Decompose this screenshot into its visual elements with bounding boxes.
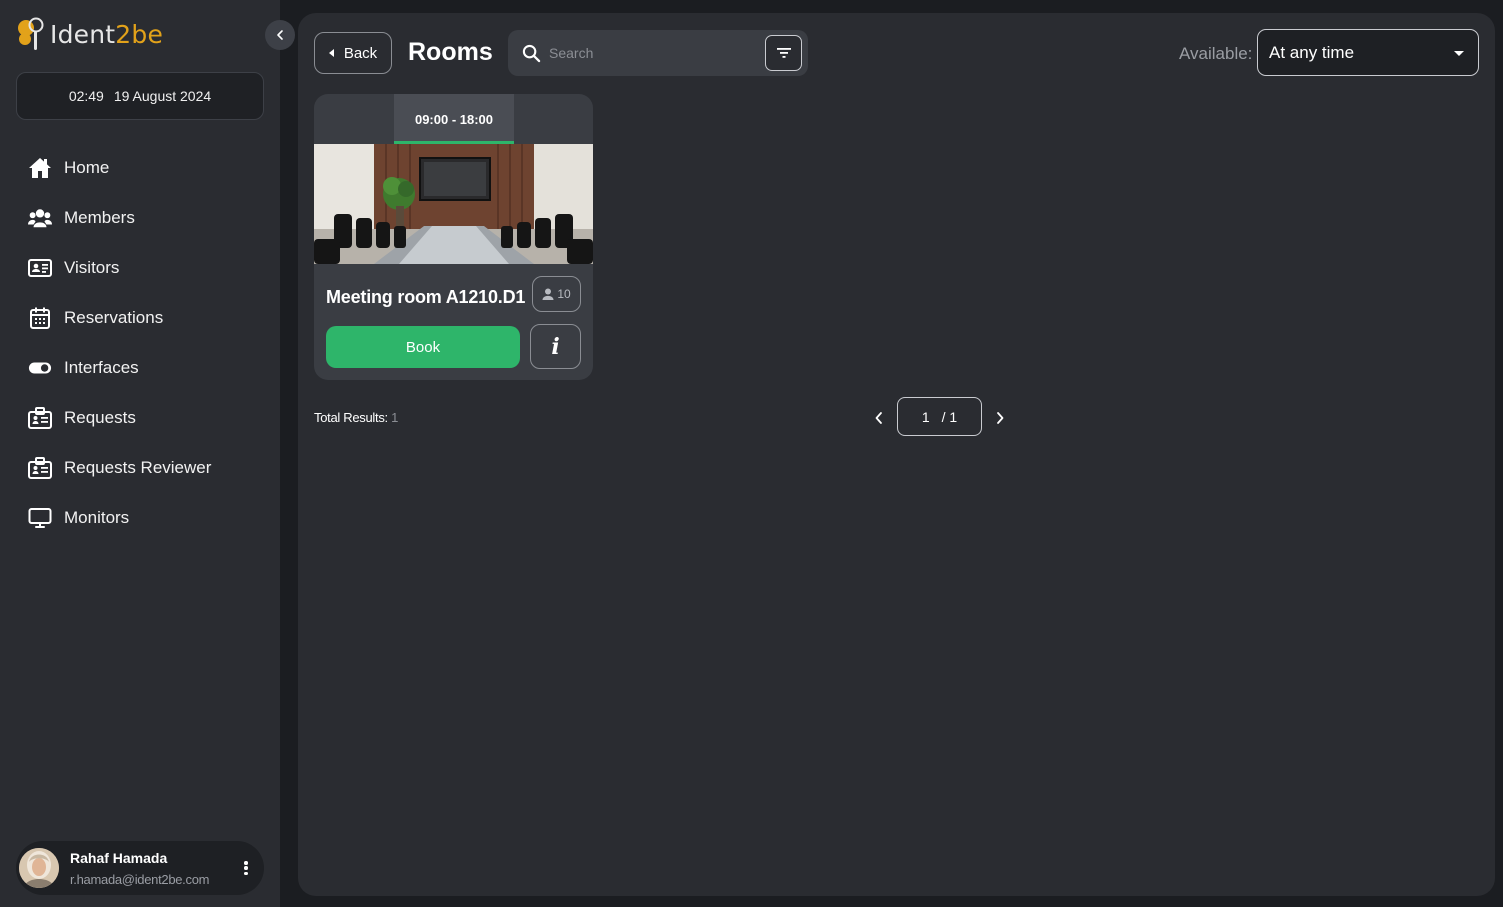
request-icon	[28, 406, 52, 430]
page-title: Rooms	[408, 38, 493, 66]
sidebar: Ident2be 02:49 19 August 2024 Home Membe…	[0, 0, 280, 907]
sidebar-item-label: Requests	[64, 408, 136, 427]
avatar	[19, 848, 59, 888]
chevron-left-icon	[875, 412, 882, 424]
sidebar-item-visitors[interactable]: Visitors	[0, 243, 280, 293]
search-bar	[508, 30, 808, 76]
filter-button[interactable]	[765, 35, 802, 71]
sidebar-nav: Home Members Visitors Reservations Inter…	[0, 143, 280, 543]
book-button[interactable]: Book	[326, 326, 520, 368]
chevron-right-icon	[997, 412, 1004, 424]
room-time-slot: 09:00 - 18:00	[394, 94, 514, 144]
page-indicator[interactable]: 1 / 1	[897, 397, 982, 436]
sidebar-item-interfaces[interactable]: Interfaces	[0, 343, 280, 393]
current-date: 19 August 2024	[113, 88, 212, 104]
home-icon	[28, 156, 52, 180]
id-card-icon	[28, 256, 52, 280]
date-time-display: 02:49 19 August 2024	[16, 72, 264, 120]
caret-down-icon	[1454, 51, 1464, 56]
calendar-icon	[28, 306, 52, 330]
room-name: Meeting room A1210.D1	[326, 287, 526, 307]
room-capacity-badge: 10	[532, 276, 581, 312]
sidebar-item-label: Visitors	[64, 258, 120, 277]
filter-icon	[776, 48, 791, 58]
room-image[interactable]	[314, 144, 593, 264]
user-email: r.hamada@ident2be.com	[70, 871, 210, 887]
user-profile-card[interactable]: Rahaf Hamada r.hamada@ident2be.com	[16, 841, 264, 895]
request-reviewer-icon	[28, 456, 52, 480]
sidebar-item-label: Members	[64, 208, 135, 227]
search-icon	[522, 44, 541, 62]
available-selected-value: At any time	[1269, 42, 1355, 62]
room-card: 09:00 - 18:00 Meeting room A1210.D1 10 B…	[314, 94, 593, 380]
members-icon	[28, 206, 52, 230]
caret-left-icon	[328, 49, 334, 57]
sidebar-item-label: Home	[64, 158, 110, 177]
available-select[interactable]: At any time	[1257, 29, 1479, 76]
logo[interactable]: Ident2be	[16, 14, 163, 54]
monitor-icon	[28, 506, 52, 530]
info-button[interactable]: i	[530, 324, 581, 369]
sidebar-item-label: Interfaces	[64, 358, 139, 377]
total-pages: / 1	[941, 408, 958, 425]
user-info: Rahaf Hamada r.hamada@ident2be.com	[70, 850, 209, 887]
back-button[interactable]: Back	[314, 32, 392, 74]
sidebar-item-monitors[interactable]: Monitors	[0, 493, 280, 543]
total-results-label: Total Results:	[314, 410, 388, 425]
previous-page-button[interactable]	[869, 408, 889, 428]
sidebar-item-reservations[interactable]: Reservations	[0, 293, 280, 343]
sidebar-item-requests[interactable]: Requests	[0, 393, 280, 443]
toggle-icon	[28, 356, 52, 380]
person-icon	[542, 288, 554, 300]
back-label: Back	[343, 44, 378, 62]
available-label: Available:	[1179, 44, 1253, 63]
room-capacity: 10	[557, 287, 571, 301]
logo-mark-icon	[18, 17, 44, 50]
main-panel: Back Rooms Available: At any time 09:00 …	[298, 13, 1495, 896]
sidebar-item-members[interactable]: Members	[0, 193, 280, 243]
user-name: Rahaf Hamada	[70, 849, 168, 866]
sidebar-item-label: Requests Reviewer	[64, 458, 212, 477]
logo-text: Ident2be	[50, 19, 164, 49]
total-results: Total Results: 1	[314, 410, 398, 425]
more-vertical-icon[interactable]	[242, 858, 250, 878]
collapse-sidebar-button[interactable]	[265, 20, 295, 50]
next-page-button[interactable]	[990, 408, 1010, 428]
sidebar-item-requests-reviewer[interactable]: Requests Reviewer	[0, 443, 280, 493]
sidebar-item-label: Reservations	[64, 308, 164, 327]
total-results-count: 1	[391, 410, 399, 425]
chevron-left-icon	[277, 30, 283, 40]
sidebar-item-home[interactable]: Home	[0, 143, 280, 193]
sidebar-item-label: Monitors	[64, 508, 130, 527]
search-input[interactable]	[549, 45, 749, 61]
current-time: 02:49	[68, 88, 104, 104]
current-page: 1	[921, 408, 930, 425]
